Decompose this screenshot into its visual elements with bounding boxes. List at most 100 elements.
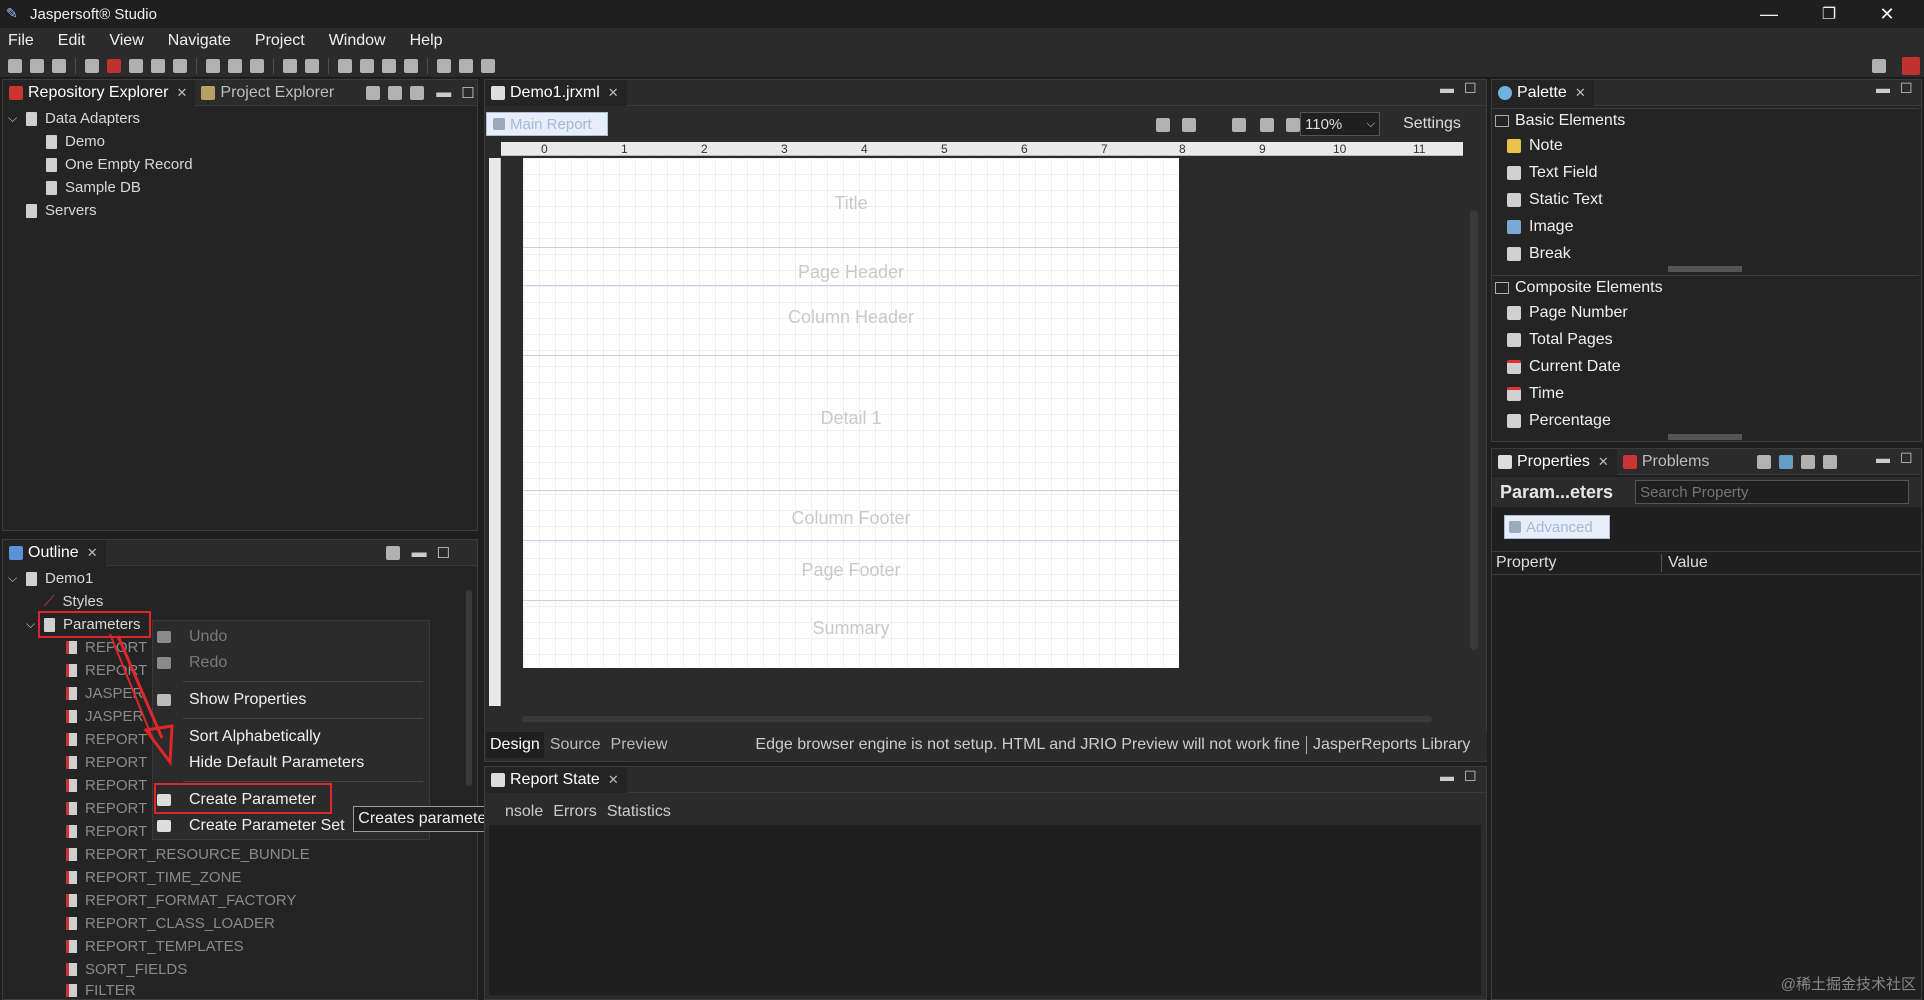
menu-help[interactable]: Help	[410, 32, 443, 50]
band-column-header[interactable]: Column Header	[523, 286, 1179, 356]
palette-item-text-field[interactable]: Text Field	[1507, 161, 1597, 185]
menu-navigate[interactable]: Navigate	[168, 32, 231, 50]
minimize-palette-icon[interactable]: ▬	[1876, 80, 1890, 96]
menu-edit[interactable]: Edit	[58, 32, 86, 50]
subtab-errors[interactable]: Errors	[553, 803, 597, 821]
palette-basic-scroll[interactable]	[1668, 266, 1742, 272]
maximize-panel-icon[interactable]: ☐	[437, 544, 450, 562]
minimize-properties-icon[interactable]: ▬	[1876, 450, 1890, 466]
band-detail[interactable]: Detail 1	[523, 356, 1179, 491]
layout-icon[interactable]	[1156, 118, 1170, 132]
forward-icon[interactable]	[404, 58, 418, 73]
jaspersoft-perspective-icon[interactable]	[1902, 57, 1920, 75]
close-tab-icon[interactable]: ✕	[1575, 85, 1586, 101]
perspective-icon[interactable]	[437, 58, 451, 73]
tree-item-sample-db[interactable]: Sample DB	[46, 176, 141, 199]
parameter-item[interactable]: FILTER	[66, 981, 136, 1000]
search-property-input[interactable]	[1635, 480, 1910, 504]
export-icon[interactable]	[173, 58, 187, 73]
minimize-panel-icon[interactable]: ▬	[1440, 768, 1454, 784]
minimize-panel-icon[interactable]: ▬	[412, 544, 427, 561]
print-icon[interactable]	[1232, 118, 1246, 132]
subtab-console[interactable]: nsole	[505, 803, 543, 821]
open-perspective-icon[interactable]	[1872, 59, 1886, 73]
tab-properties[interactable]: Properties ✕	[1492, 448, 1617, 475]
collapse-all-icon[interactable]	[366, 85, 381, 100]
menu-item-sort-alphabetically[interactable]: Sort Alphabetically	[153, 725, 429, 749]
column-property[interactable]: Property	[1492, 554, 1662, 572]
new-adapter-icon[interactable]	[410, 85, 425, 100]
parameter-item[interactable]: REPORT_CLASS_LOADER	[66, 912, 275, 935]
run-icon[interactable]	[107, 58, 121, 73]
palette-item-image[interactable]: Image	[1507, 215, 1573, 239]
maximize-properties-icon[interactable]: ☐	[1900, 450, 1913, 467]
tree-item-demo[interactable]: Demo	[46, 130, 105, 153]
maximize-panel-icon[interactable]: ☐	[461, 84, 474, 102]
menu-item-show-properties[interactable]: Show Properties	[153, 688, 429, 712]
palette-item-static-text[interactable]: Static Text	[1507, 188, 1603, 212]
palette-item-time[interactable]: Time	[1507, 382, 1564, 406]
maximize-button[interactable]: ❐	[1800, 0, 1858, 28]
parameter-item[interactable]: REPORT	[66, 774, 147, 797]
parameter-item[interactable]: REPORT_TEMPLATES	[66, 935, 244, 958]
zoom-in-icon[interactable]	[1260, 118, 1274, 132]
band-page-header[interactable]: Page Header	[523, 248, 1179, 286]
import-icon[interactable]	[151, 58, 165, 73]
close-tab-icon[interactable]: ✕	[177, 85, 188, 101]
parameter-item[interactable]: REPORT	[66, 820, 147, 843]
menu-window[interactable]: Window	[329, 32, 386, 50]
menu-item-hide-default-parameters[interactable]: Hide Default Parameters	[153, 751, 429, 775]
palette-item-total-pages[interactable]: Total Pages	[1507, 328, 1613, 352]
palette-item-page-number[interactable]: Page Number	[1507, 301, 1628, 325]
maximize-editor-icon[interactable]: ☐	[1464, 80, 1477, 97]
forward-edit-icon[interactable]	[360, 58, 374, 73]
report-page[interactable]: Title Page Header Column Header Detail 1…	[523, 158, 1179, 668]
tab-design[interactable]: Design	[486, 732, 544, 758]
close-tab-icon[interactable]: ✕	[87, 545, 98, 561]
palette-item-current-date[interactable]: Current Date	[1507, 355, 1621, 379]
brush-icon[interactable]	[250, 58, 264, 73]
palette-composite-scroll[interactable]	[1668, 434, 1742, 440]
subtab-statistics[interactable]: Statistics	[607, 803, 671, 821]
maximize-palette-icon[interactable]: ☐	[1900, 80, 1913, 97]
parameter-item[interactable]: SORT_FIELDS	[66, 958, 187, 981]
publish-icon[interactable]	[129, 58, 143, 73]
tab-report-state[interactable]: Report State ✕	[485, 766, 627, 793]
back-edit-icon[interactable]	[338, 58, 352, 73]
chevron-down-icon[interactable]: ⌵	[8, 111, 22, 126]
close-tab-icon[interactable]: ✕	[1598, 454, 1609, 470]
debug-icon[interactable]	[228, 58, 242, 73]
parameter-item[interactable]: REPORT	[66, 797, 147, 820]
zoom-select[interactable]: 110% ⌵	[1300, 112, 1380, 136]
save-icon[interactable]	[30, 58, 44, 73]
tab-project-explorer[interactable]: Project Explorer	[195, 80, 342, 106]
tab-palette[interactable]: Palette ✕	[1492, 79, 1594, 106]
minimize-panel-icon[interactable]: ▬	[436, 84, 451, 101]
tab-preview[interactable]: Preview	[611, 736, 668, 754]
band-summary[interactable]: Summary	[523, 601, 1179, 668]
edit-icon[interactable]	[388, 85, 403, 100]
properties-toolbar-icon[interactable]	[1757, 454, 1772, 469]
chevron-down-icon[interactable]: ⌵	[8, 571, 22, 586]
tab-demo1-jrxml[interactable]: Demo1.jrxml ✕	[485, 79, 627, 106]
outline-styles[interactable]: ⟋ Styles	[44, 590, 103, 613]
menu-view[interactable]: View	[109, 32, 143, 50]
menu-item-undo[interactable]: Undo	[153, 625, 429, 649]
tab-problems[interactable]: Problems	[1617, 449, 1718, 475]
outline-scrollbar[interactable]	[466, 590, 472, 786]
dataset-icon[interactable]	[206, 58, 220, 73]
parameter-item[interactable]: REPORT_FORMAT_FACTORY	[66, 889, 296, 912]
properties-layout-icon[interactable]	[1779, 454, 1794, 469]
menu-file[interactable]: File	[8, 32, 34, 50]
tree-item-data-adapters[interactable]: ⌵ Data Adapters	[8, 107, 140, 130]
outline-root[interactable]: ⌵ Demo1	[8, 567, 93, 590]
minimize-button[interactable]: —	[1740, 0, 1798, 28]
close-tab-icon[interactable]: ✕	[608, 85, 619, 101]
pin-icon[interactable]	[283, 58, 297, 73]
close-window-button[interactable]: ✕	[1858, 0, 1916, 28]
tree-item-servers[interactable]: Servers	[26, 199, 97, 222]
page-format-icon[interactable]	[1182, 118, 1196, 132]
parameter-item[interactable]: REPORT_RESOURCE_BUNDLE	[66, 843, 310, 866]
tab-repository-explorer[interactable]: Repository Explorer ✕	[3, 79, 196, 106]
menu-item-redo[interactable]: Redo	[153, 651, 429, 675]
